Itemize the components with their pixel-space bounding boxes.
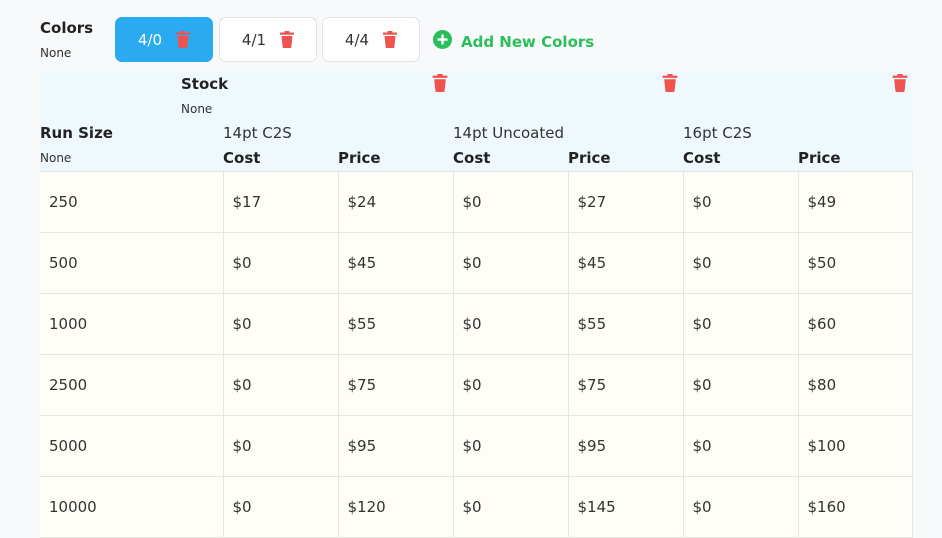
price-cell[interactable]: $120: [337, 476, 454, 538]
trash-icon[interactable]: [432, 74, 448, 92]
cost-cell[interactable]: $0: [452, 293, 569, 355]
price-header: Price: [338, 149, 381, 167]
cost-cell[interactable]: $0: [682, 354, 799, 416]
cost-cell[interactable]: $0: [222, 293, 339, 355]
run-size-cell[interactable]: 10000: [40, 476, 224, 538]
cost-cell[interactable]: $0: [682, 171, 799, 233]
table-row: 500 $0 $45 $0 $45 $0 $50: [40, 232, 913, 294]
cost-cell[interactable]: $0: [222, 476, 339, 538]
trash-icon[interactable]: [280, 31, 295, 48]
table-row: 2500 $0 $75 $0 $75 $0 $80: [40, 354, 913, 416]
trash-icon[interactable]: [176, 31, 191, 48]
run-size-cell[interactable]: 250: [40, 171, 224, 233]
trash-icon[interactable]: [383, 31, 398, 48]
price-cell[interactable]: $24: [337, 171, 454, 233]
stock-name: 16pt C2S: [683, 124, 752, 142]
price-header: Price: [568, 149, 611, 167]
price-cell[interactable]: $160: [797, 476, 913, 538]
price-cell[interactable]: $45: [337, 232, 454, 294]
price-grid: 250 $17 $24 $0 $27 $0 $49 500 $0 $45 $0 …: [40, 171, 913, 538]
price-cell[interactable]: $100: [797, 415, 913, 477]
price-cell[interactable]: $95: [337, 415, 454, 477]
price-cell[interactable]: $145: [567, 476, 684, 538]
cost-header: Cost: [683, 149, 721, 167]
color-tab-4-4[interactable]: 4/4: [322, 17, 420, 62]
price-cell[interactable]: $75: [567, 354, 684, 416]
cost-header: Cost: [223, 149, 261, 167]
run-size-cell[interactable]: 500: [40, 232, 224, 294]
colors-title: Colors: [40, 19, 94, 37]
price-cell[interactable]: $60: [797, 293, 913, 355]
add-new-colors-button[interactable]: Add New Colors: [433, 30, 594, 53]
cost-cell[interactable]: $0: [452, 171, 569, 233]
color-tab-label: 4/4: [344, 30, 370, 49]
cost-cell[interactable]: $0: [452, 232, 569, 294]
stock-name: 14pt C2S: [223, 124, 292, 142]
cost-cell[interactable]: $0: [452, 476, 569, 538]
price-header: Price: [798, 149, 841, 167]
table-row: 5000 $0 $95 $0 $95 $0 $100: [40, 415, 913, 477]
color-tab-label: 4/0: [137, 30, 163, 49]
price-cell[interactable]: $50: [797, 232, 913, 294]
cost-cell[interactable]: $0: [452, 354, 569, 416]
color-tab-4-1[interactable]: 4/1: [219, 17, 317, 62]
add-new-colors-label: Add New Colors: [461, 32, 595, 51]
stock-subtitle: None: [181, 102, 213, 116]
table-row: 250 $17 $24 $0 $27 $0 $49: [40, 171, 913, 233]
plus-circle-icon: [433, 30, 452, 53]
cost-cell[interactable]: $0: [222, 232, 339, 294]
stock-title: Stock: [181, 75, 229, 93]
color-tab-label: 4/1: [241, 30, 267, 49]
price-cell[interactable]: $95: [567, 415, 684, 477]
color-tab-4-0[interactable]: 4/0: [115, 17, 213, 62]
price-cell[interactable]: $55: [567, 293, 684, 355]
price-cell[interactable]: $45: [567, 232, 684, 294]
trash-icon[interactable]: [662, 74, 678, 92]
cost-cell[interactable]: $17: [222, 171, 339, 233]
cost-cell[interactable]: $0: [452, 415, 569, 477]
table-row: 1000 $0 $55 $0 $55 $0 $60: [40, 293, 913, 355]
run-size-cell[interactable]: 5000: [40, 415, 224, 477]
price-cell[interactable]: $55: [337, 293, 454, 355]
cost-cell[interactable]: $0: [682, 476, 799, 538]
run-size-cell[interactable]: 1000: [40, 293, 224, 355]
cost-cell[interactable]: $0: [682, 415, 799, 477]
cost-cell[interactable]: $0: [682, 293, 799, 355]
trash-icon[interactable]: [892, 74, 908, 92]
table-row: 10000 $0 $120 $0 $145 $0 $160: [40, 476, 913, 538]
run-size-title: Run Size: [40, 124, 113, 142]
stock-name: 14pt Uncoated: [453, 124, 564, 142]
run-size-cell[interactable]: 2500: [40, 354, 224, 416]
price-cell[interactable]: $80: [797, 354, 913, 416]
price-cell[interactable]: $27: [567, 171, 684, 233]
cost-cell[interactable]: $0: [222, 415, 339, 477]
price-cell[interactable]: $49: [797, 171, 913, 233]
cost-header: Cost: [453, 149, 491, 167]
price-cell[interactable]: $75: [337, 354, 454, 416]
cost-cell[interactable]: $0: [682, 232, 799, 294]
run-size-subtitle: None: [40, 151, 72, 165]
colors-subtitle: None: [40, 46, 72, 60]
cost-cell[interactable]: $0: [222, 354, 339, 416]
